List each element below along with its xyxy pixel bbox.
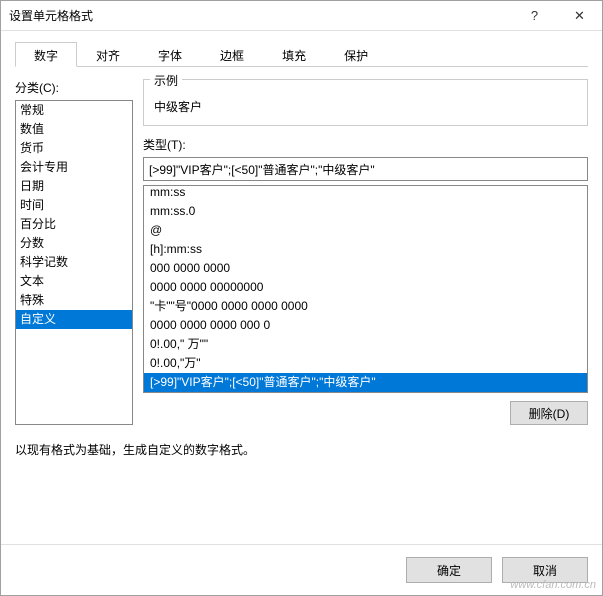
main-row: 分类(C): 常规数值货币会计专用日期时间百分比分数科学记数文本特殊自定义 示例… (15, 79, 588, 425)
close-button[interactable]: ✕ (557, 1, 602, 30)
type-label: 类型(T): (143, 136, 588, 153)
tab-bar: 数字对齐字体边框填充保护 (15, 41, 588, 67)
tab-body: 分类(C): 常规数值货币会计专用日期时间百分比分数科学记数文本特殊自定义 示例… (15, 67, 588, 530)
tab-3[interactable]: 边框 (201, 42, 263, 67)
right-column: 示例 中级客户 类型(T): mm:ssmm:ss.0@[h]:mm:ss000… (143, 79, 588, 425)
type-item[interactable]: "卡""号"0000 0000 0000 0000 (144, 297, 587, 316)
type-item[interactable]: 000 0000 0000 (144, 259, 587, 278)
type-item[interactable]: mm:ss (144, 185, 587, 202)
category-item[interactable]: 自定义 (16, 310, 132, 329)
help-button[interactable]: ? (512, 1, 557, 30)
type-item[interactable]: 0000 0000 0000 000 0 (144, 316, 587, 335)
description-text: 以现有格式为基础，生成自定义的数字格式。 (15, 441, 588, 458)
sample-value: 中级客户 (154, 98, 577, 115)
dialog-content: 数字对齐字体边框填充保护 分类(C): 常规数值货币会计专用日期时间百分比分数科… (1, 31, 602, 544)
category-item[interactable]: 特殊 (16, 291, 132, 310)
category-column: 分类(C): 常规数值货币会计专用日期时间百分比分数科学记数文本特殊自定义 (15, 79, 133, 425)
format-cells-dialog: 设置单元格格式 ? ✕ 数字对齐字体边框填充保护 分类(C): 常规数值货币会计… (0, 0, 603, 596)
type-item[interactable]: [>99]"VIP客户";[<50]"普通客户";"中级客户" (144, 373, 587, 392)
type-item[interactable]: 0000 0000 00000000 (144, 278, 587, 297)
category-item[interactable]: 货币 (16, 139, 132, 158)
category-list[interactable]: 常规数值货币会计专用日期时间百分比分数科学记数文本特殊自定义 (15, 100, 133, 425)
titlebar: 设置单元格格式 ? ✕ (1, 1, 602, 31)
delete-row: 删除(D) (143, 401, 588, 425)
delete-button[interactable]: 删除(D) (510, 401, 588, 425)
ok-button[interactable]: 确定 (406, 557, 492, 583)
category-item[interactable]: 会计专用 (16, 158, 132, 177)
category-item[interactable]: 常规 (16, 101, 132, 120)
category-item[interactable]: 科学记数 (16, 253, 132, 272)
category-label: 分类(C): (15, 79, 133, 96)
type-item[interactable]: 0!.00,"万" (144, 354, 587, 373)
category-item[interactable]: 时间 (16, 196, 132, 215)
category-item[interactable]: 百分比 (16, 215, 132, 234)
category-item[interactable]: 数值 (16, 120, 132, 139)
category-item[interactable]: 日期 (16, 177, 132, 196)
type-item[interactable]: mm:ss.0 (144, 202, 587, 221)
tab-1[interactable]: 对齐 (77, 42, 139, 67)
tab-4[interactable]: 填充 (263, 42, 325, 67)
titlebar-buttons: ? ✕ (512, 1, 602, 30)
sample-label: 示例 (150, 72, 182, 89)
watermark: www.cfan.com.cn (510, 579, 596, 591)
category-item[interactable]: 文本 (16, 272, 132, 291)
category-item[interactable]: 分数 (16, 234, 132, 253)
tab-2[interactable]: 字体 (139, 42, 201, 67)
type-list[interactable]: mm:ssmm:ss.0@[h]:mm:ss000 0000 00000000 … (143, 185, 588, 393)
tab-5[interactable]: 保护 (325, 42, 387, 67)
type-item[interactable]: [h]:mm:ss (144, 240, 587, 259)
sample-box: 示例 中级客户 (143, 79, 588, 126)
dialog-title: 设置单元格格式 (9, 7, 512, 24)
type-input[interactable] (143, 157, 588, 181)
type-item[interactable]: @ (144, 221, 587, 240)
type-item[interactable]: 0!.00," 万"" (144, 335, 587, 354)
tab-0[interactable]: 数字 (15, 42, 77, 67)
